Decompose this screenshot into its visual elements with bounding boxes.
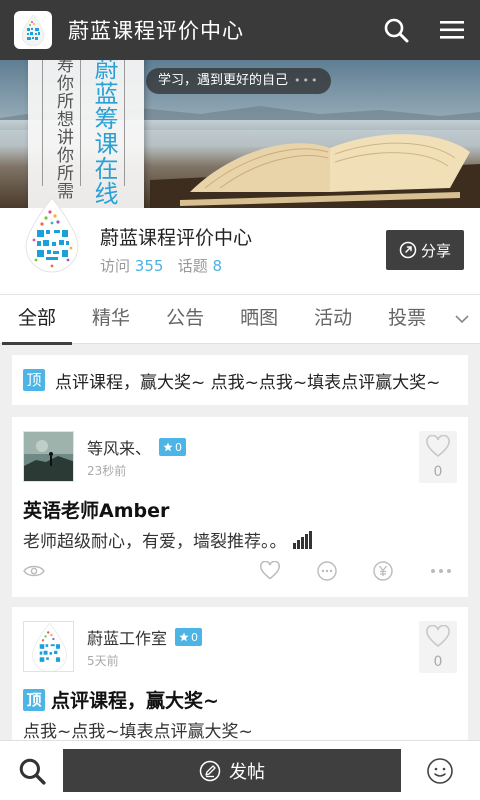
compose-icon — [199, 760, 221, 781]
like-count: 0 — [433, 464, 443, 480]
pinned-tag: 顶 — [23, 688, 45, 711]
post-body: 老师超级耐心，有爱，墙裂推荐。。 — [23, 527, 313, 552]
chevron-down-icon[interactable] — [444, 294, 480, 344]
post-author: 蔚蓝工作室 0 — [87, 625, 203, 649]
tab-photos[interactable]: 晒图 — [222, 294, 296, 344]
like-action-heart-icon[interactable] — [258, 559, 282, 583]
post-title[interactable]: 英语老师Amber — [23, 496, 169, 523]
tab-all[interactable]: 全部 — [0, 294, 74, 345]
open-book-illustration — [150, 134, 480, 208]
bottom-toolbar: 发帖 — [0, 740, 480, 800]
community-stats: 访问 355 话题 8 — [100, 255, 222, 276]
visits-label: 访问 — [100, 257, 131, 275]
post-body-text: 点我~点我~填表点评赢大奖~ — [23, 722, 253, 742]
level-badge: 0 — [159, 438, 187, 456]
visits-count: 355 — [134, 257, 164, 275]
comment-icon[interactable] — [315, 559, 339, 583]
views-icon — [22, 559, 46, 583]
post-time: 23秒前 — [87, 464, 127, 478]
banner-poster-card: 寿你所想讲你所需 蔚蓝筹课在线 — [28, 60, 144, 208]
star-icon — [163, 442, 173, 452]
tab-polls[interactable]: 投票 — [370, 294, 444, 344]
banner-image[interactable]: 寿你所想讲你所需 蔚蓝筹课在线 学习，遇到更好的自己 ••• — [0, 60, 480, 208]
post-time: 5天前 — [87, 654, 119, 668]
app-header: 蔚蓝课程评价中心 — [0, 0, 480, 60]
post-author: 等风来、 0 — [87, 435, 187, 459]
banner-caption-pill: 学习，遇到更好的自己 ••• — [146, 68, 332, 94]
post-body-text: 老师超级耐心，有爱，墙裂推荐。。 — [23, 532, 287, 552]
share-button[interactable]: 分享 — [386, 230, 464, 270]
app-logo-icon[interactable] — [14, 11, 52, 49]
carousel-dots[interactable]: ••• — [294, 68, 319, 94]
post-actions — [12, 559, 468, 589]
post-title-text: 点评课程，赢大奖~ — [51, 690, 219, 712]
banner-caption: 学习，遇到更好的自己 — [158, 73, 289, 88]
pinned-title: 点评课程，赢大奖~ 点我~点我~填表点评赢大奖~ — [55, 372, 441, 393]
level-value: 0 — [191, 630, 199, 644]
page-title: 蔚蓝课程评价中心 — [68, 19, 244, 43]
pinned-post[interactable]: 顶 点评课程，赢大奖~ 点我~点我~填表点评赢大奖~ — [12, 355, 468, 405]
banner-slogan-blue: 蔚蓝筹课在线 — [90, 60, 118, 206]
tab-featured[interactable]: 精华 — [74, 294, 148, 344]
level-badge: 0 — [175, 628, 203, 646]
more-options-icon[interactable] — [429, 559, 453, 583]
new-post-button[interactable]: 发帖 — [63, 749, 401, 792]
community-name: 蔚蓝课程评价中心 — [100, 227, 253, 249]
share-icon — [399, 241, 417, 259]
like-button[interactable]: 0 — [419, 431, 457, 483]
heart-icon — [426, 434, 450, 458]
search-icon[interactable] — [12, 753, 52, 789]
post-title[interactable]: 顶 点评课程，赢大奖~ — [23, 686, 219, 713]
heart-icon — [426, 624, 450, 648]
avatar[interactable] — [23, 621, 74, 672]
community-profile: 蔚蓝课程评价中心 访问 355 话题 8 分享 — [0, 197, 480, 294]
tab-announcements[interactable]: 公告 — [148, 294, 222, 344]
menu-icon[interactable] — [424, 0, 480, 60]
like-button[interactable]: 0 — [419, 621, 457, 673]
banner-slogan-gray: 寿你所想讲你所需 — [53, 60, 73, 200]
level-value: 0 — [175, 440, 183, 454]
star-icon — [179, 632, 189, 642]
pinned-tag: 顶 — [23, 369, 45, 391]
share-label: 分享 — [420, 241, 451, 260]
signal-bars-icon — [292, 530, 312, 549]
like-count: 0 — [433, 654, 443, 670]
category-tabs: 全部 精华 公告 晒图 活动 投票 — [0, 294, 480, 345]
post-card[interactable]: 等风来、 0 23秒前 0 英语老师Amber 老师超级耐心，有爱，墙裂推荐。。 — [12, 417, 468, 597]
author-name[interactable]: 蔚蓝工作室 — [87, 625, 167, 649]
user-profile-icon[interactable] — [420, 753, 460, 789]
post-card[interactable]: 蔚蓝工作室 0 5天前 0 顶 点评课程，赢大奖~ 点我~点我~填表点评赢大奖~ — [12, 607, 468, 747]
post-body: 点我~点我~填表点评赢大奖~ — [23, 717, 253, 742]
reward-yen-icon[interactable] — [371, 559, 395, 583]
community-logo-icon — [25, 197, 79, 273]
tab-events[interactable]: 活动 — [296, 294, 370, 344]
avatar[interactable] — [23, 431, 74, 482]
new-post-label: 发帖 — [229, 761, 265, 783]
author-name[interactable]: 等风来、 — [87, 435, 151, 459]
topics-label: 话题 — [177, 257, 208, 275]
search-icon[interactable] — [368, 0, 424, 60]
topics-count: 8 — [212, 257, 223, 275]
